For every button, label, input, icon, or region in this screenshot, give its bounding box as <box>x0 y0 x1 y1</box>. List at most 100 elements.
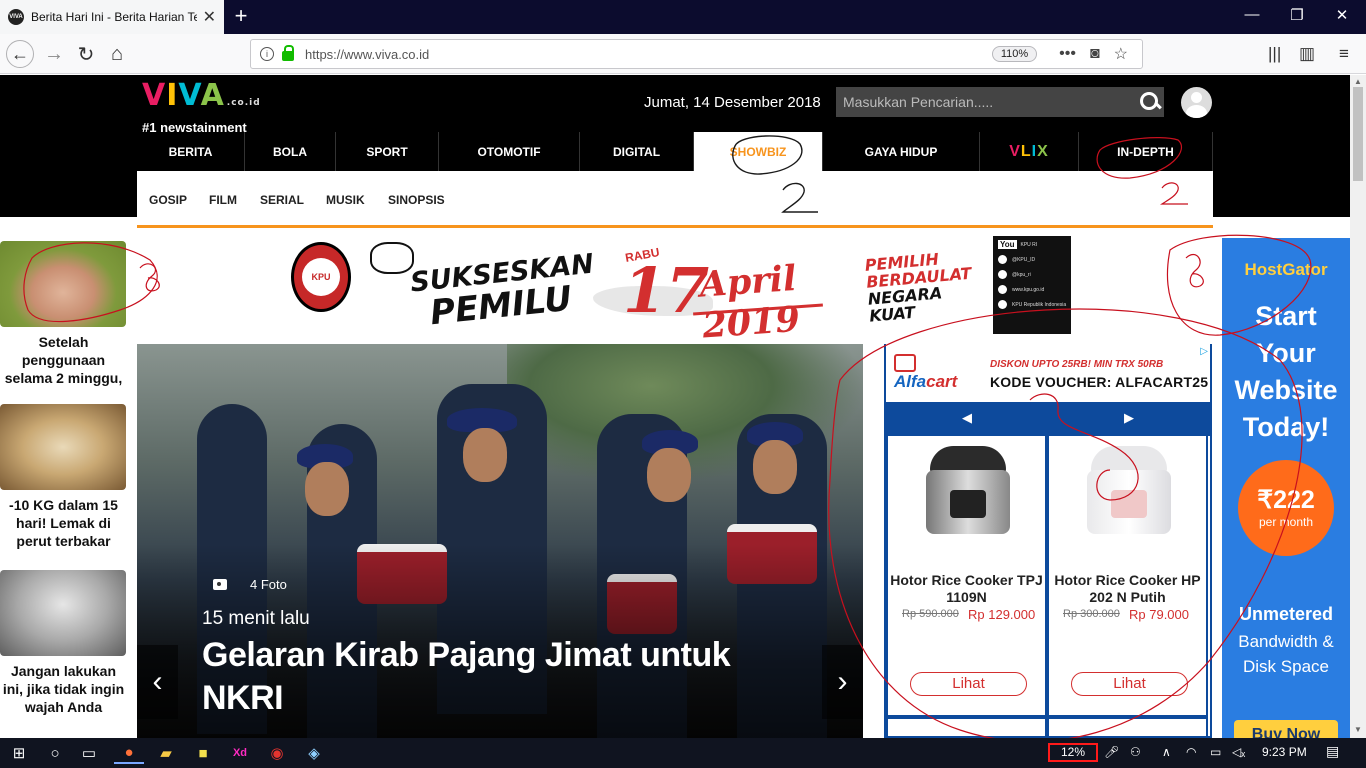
sponsored-card[interactable]: Jangan lakukan ini, jika tidak ingin waj… <box>0 570 127 716</box>
firefox-taskbar-icon[interactable]: ● <box>114 742 144 764</box>
bookmark-star-icon[interactable]: ☆ <box>1114 44 1128 64</box>
system-clock[interactable]: 9:23 PM <box>1262 745 1307 759</box>
url-bar[interactable]: i https://www.viva.co.id 110% ••• ◙ ☆ <box>250 39 1143 69</box>
sponsored-card[interactable]: -10 KG dalam 15 hari! Lemak di perut ter… <box>0 404 127 550</box>
lihat-button[interactable]: Lihat <box>910 672 1027 696</box>
volume-muted-icon[interactable]: ◁ₓ <box>1232 745 1245 759</box>
election-banner[interactable]: KPU SUKSESKAN PEMILU RABU 17 April 2019 … <box>277 236 1074 347</box>
reload-button[interactable]: ↻ <box>72 40 100 68</box>
social-web: www.kpu.go.id <box>1012 286 1045 293</box>
sponsored-card[interactable]: Setelah penggunaan selama 2 minggu, <box>0 241 127 387</box>
sponsored-caption[interactable]: -10 KG dalam 15 hari! Lemak di perut ter… <box>0 496 127 550</box>
facebook-icon <box>998 300 1007 309</box>
site-header: VIVA .co.id #1 newstainment Jumat, 14 Des… <box>0 75 1350 136</box>
tray-overflow-icon[interactable]: ∧ <box>1162 745 1171 759</box>
menu-icon[interactable]: ≡ <box>1339 44 1349 64</box>
mask-thumbnail[interactable] <box>0 570 126 656</box>
product-card[interactable]: Hotor Rice Cooker TPJ 1109N Rp 590.000 R… <box>886 436 1047 717</box>
page-scrollbar[interactable]: ▲ ▼ <box>1350 75 1366 738</box>
pocket-icon[interactable]: ◙ <box>1090 45 1100 63</box>
face-mask-thumbnail[interactable] <box>0 241 126 327</box>
viva-logo[interactable]: VIVA .co.id #1 newstainment <box>142 81 261 136</box>
nav-gaya-hidup[interactable]: GAYA HIDUP <box>823 132 980 171</box>
scrollbar-thumb[interactable] <box>1353 87 1363 181</box>
subnav-film[interactable]: FILM <box>209 193 237 207</box>
search-icon[interactable] <box>1136 88 1164 116</box>
site-info-icon[interactable]: i <box>260 47 274 61</box>
site-search-input[interactable]: Masukkan Pencarian..... <box>836 87 1164 117</box>
subnav-sinopsis[interactable]: SINOPSIS <box>388 193 445 207</box>
paint-icon[interactable]: ◉ <box>266 742 288 764</box>
product-old-price: Rp 300.000 <box>1063 608 1120 620</box>
digit-eight-right <box>1185 253 1204 288</box>
twitter-icon <box>998 255 1007 264</box>
product-name[interactable]: Hotor Rice Cooker HP 202 N Putih <box>1049 572 1206 606</box>
nav-digital[interactable]: DIGITAL <box>580 132 694 171</box>
power-icon[interactable]: ▭ <box>1210 745 1221 759</box>
scroll-down-icon[interactable]: ▼ <box>1354 725 1362 734</box>
adobe-xd-icon[interactable]: Xd <box>229 742 251 764</box>
task-view-icon[interactable]: ▭ <box>78 742 100 764</box>
food-thumbnail[interactable] <box>0 404 126 490</box>
slider-prev-button[interactable]: ‹ <box>137 645 178 719</box>
voucher-text: KODE VOUCHER: ALFACART25 <box>990 374 1209 390</box>
subnav-serial[interactable]: SERIAL <box>260 193 304 207</box>
battery-indicator[interactable]: 12% <box>1048 743 1098 762</box>
windows-start-icon[interactable]: ⊞ <box>8 742 30 764</box>
home-button[interactable]: ⌂ <box>103 40 131 68</box>
page-actions-icon[interactable]: ••• <box>1059 45 1076 63</box>
sponsored-caption[interactable]: Jangan lakukan ini, jika tidak ingin waj… <box>0 662 127 716</box>
url-text[interactable]: https://www.viva.co.id <box>305 47 992 62</box>
alfacart-header: Alfacart DISKON UPTO 25RB! MIN TRX 50RB … <box>886 344 1210 402</box>
hero-photo-face <box>647 448 691 502</box>
buy-now-button[interactable]: Buy Now <box>1234 720 1338 738</box>
rice-cooker-image <box>1087 446 1171 536</box>
product-name[interactable]: Hotor Rice Cooker TPJ 1109N <box>888 572 1045 606</box>
hero-headline[interactable]: Gelaran Kirab Pajang Jimat untuk NKRI <box>202 634 802 720</box>
people-icon[interactable]: ⚇ <box>1130 745 1141 759</box>
restore-window-icon[interactable]: ❐ <box>1287 6 1307 24</box>
search-placeholder[interactable]: Masukkan Pencarian..... <box>843 94 1136 110</box>
paint-3d-icon[interactable]: ◈ <box>303 742 325 764</box>
scroll-up-icon[interactable]: ▲ <box>1354 77 1362 86</box>
sticky-notes-icon[interactable]: ■ <box>192 742 214 764</box>
lihat-button[interactable]: Lihat <box>1071 672 1188 696</box>
action-center-icon[interactable]: ▤ <box>1326 743 1339 760</box>
file-explorer-icon[interactable]: ▰ <box>155 742 177 764</box>
product-card[interactable]: Hotor Rice Cooker HP 202 N Putih Rp 300.… <box>1047 436 1208 717</box>
library-icon[interactable]: ||| <box>1268 44 1281 64</box>
subnav-musik[interactable]: MUSIK <box>326 193 365 207</box>
headline-slider[interactable]: 4 Foto 15 menit lalu Gelaran Kirab Pajan… <box>137 344 863 738</box>
close-tab-icon[interactable]: ✕ <box>203 7 216 27</box>
minimize-window-icon[interactable]: — <box>1242 6 1262 23</box>
carousel-prev-icon[interactable]: ◀ <box>962 410 972 426</box>
zoom-level-badge[interactable]: 110% <box>991 46 1038 62</box>
subnav-gosip[interactable]: GOSIP <box>149 193 187 207</box>
sponsored-caption[interactable]: Setelah penggunaan selama 2 minggu, <box>0 333 127 387</box>
windows-taskbar: ⊞ ○ ▭ ● ▰ ■ Xd ◉ ◈ 12% 🎤︎ ⚇ ∧ ◠ ▭ ◁ₓ 9:2… <box>0 738 1366 768</box>
microphone-icon[interactable]: 🎤︎ <box>1104 745 1119 759</box>
nav-vlix[interactable]: VLIX <box>980 132 1079 171</box>
nav-sport[interactable]: SPORT <box>336 132 439 171</box>
browser-tab[interactable]: VIVA Berita Hari Ini - Berita Harian Te … <box>0 0 224 34</box>
wifi-icon[interactable]: ◠ <box>1186 745 1196 759</box>
user-avatar[interactable] <box>1181 87 1212 118</box>
search-icon[interactable]: ○ <box>44 742 66 764</box>
nav-in-depth[interactable]: IN-DEPTH <box>1079 132 1213 171</box>
nav-berita[interactable]: BERITA <box>137 132 245 171</box>
price-text: ₹222 <box>1257 486 1315 514</box>
alfacart-ad[interactable]: Alfacart DISKON UPTO 25RB! MIN TRX 50RB … <box>884 344 1212 738</box>
slider-next-button[interactable]: › <box>822 645 863 719</box>
sidebar-icon[interactable]: ▥ <box>1299 44 1315 64</box>
nav-otomotif[interactable]: OTOMOTIF <box>439 132 580 171</box>
back-button[interactable]: ← <box>6 40 34 68</box>
kpu-social-panel: You KPU RI @KPU_ID @kpu_ri www.kpu.go.id … <box>993 236 1071 334</box>
new-tab-button[interactable]: + <box>230 3 252 29</box>
carousel-next-icon[interactable]: ▶ <box>1124 410 1134 426</box>
close-window-icon[interactable]: ✕ <box>1332 6 1352 24</box>
forward-button[interactable]: → <box>40 40 68 68</box>
nav-showbiz[interactable]: SHOWBIZ <box>694 132 823 171</box>
nav-bola[interactable]: BOLA <box>245 132 336 171</box>
hostgator-ad[interactable]: HostGator Start Your Website Today! ₹222… <box>1222 238 1350 738</box>
adchoices-icon[interactable]: ▷ <box>1200 346 1208 357</box>
